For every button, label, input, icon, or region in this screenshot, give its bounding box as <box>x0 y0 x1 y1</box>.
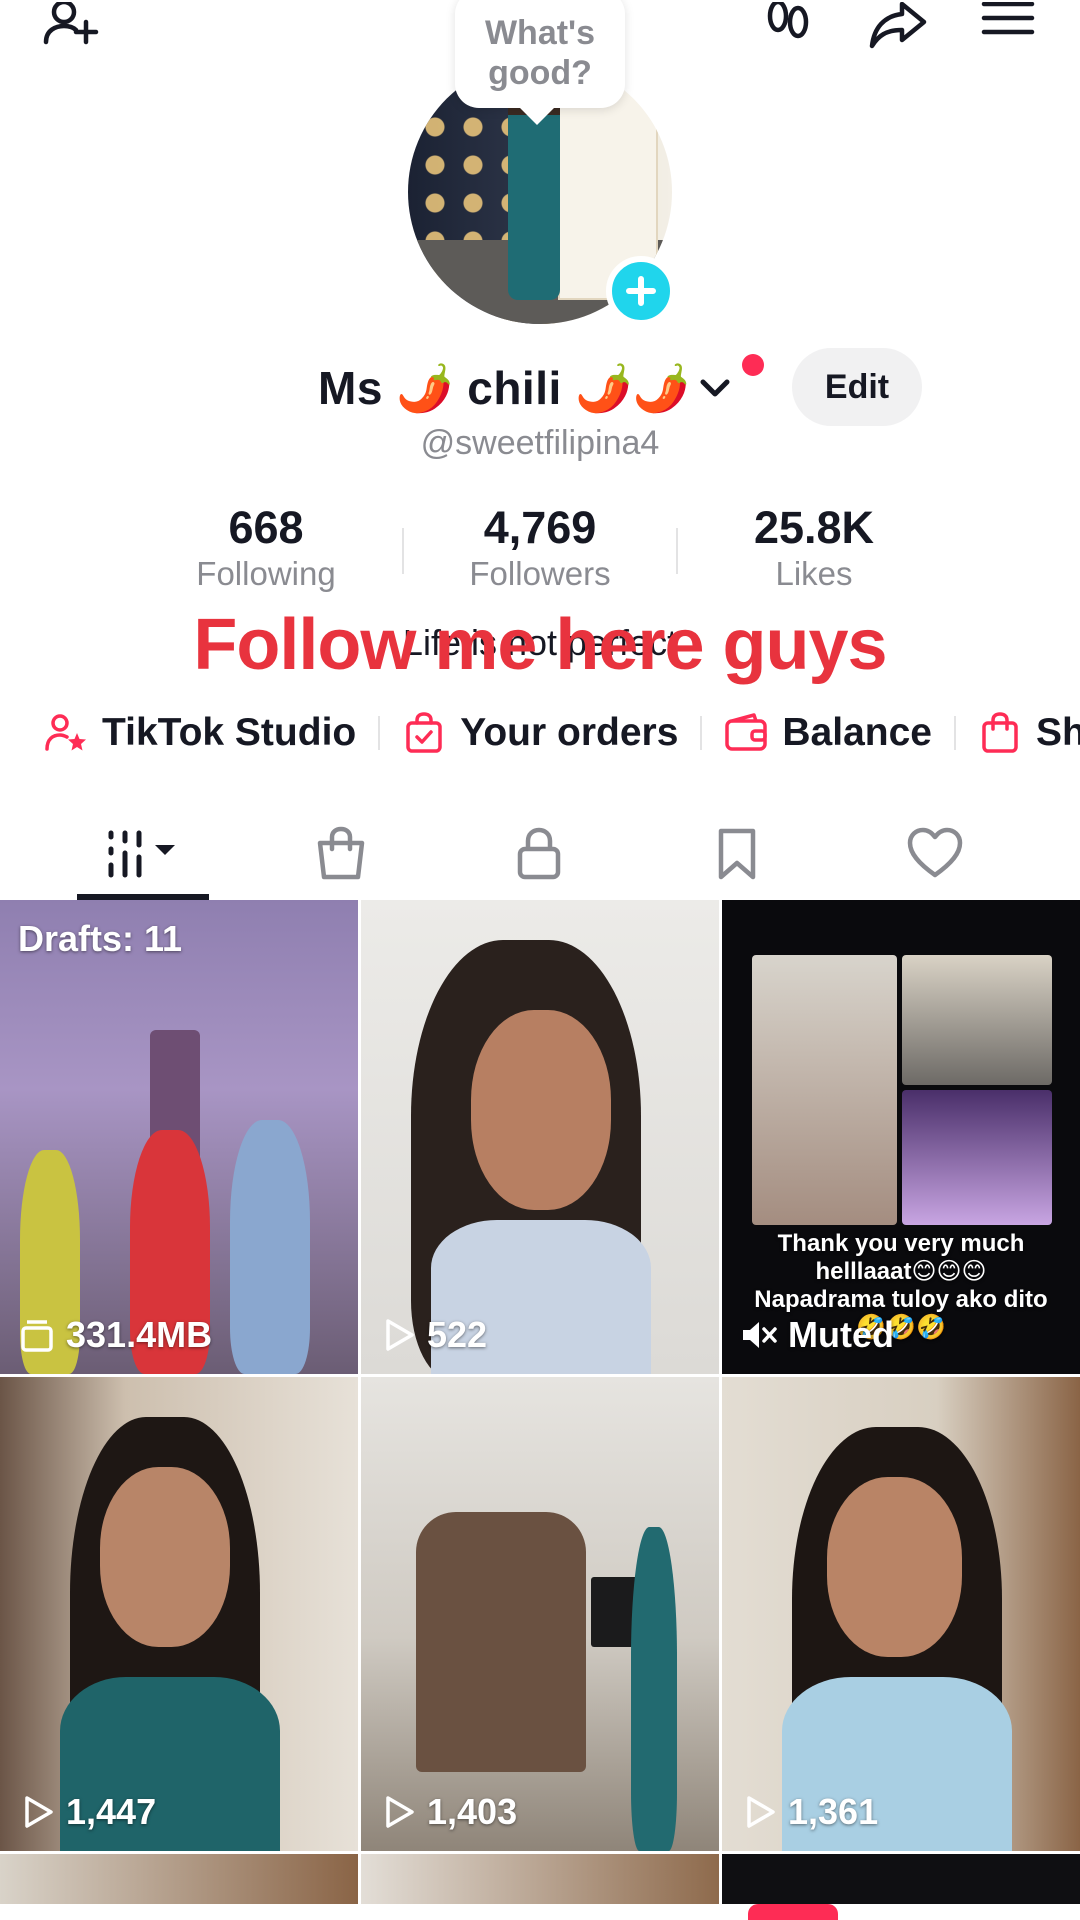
shortcut-label: Your orders <box>460 711 679 754</box>
bag-icon <box>317 826 365 880</box>
share-icon[interactable] <box>866 0 930 54</box>
video-thumbnail[interactable]: Thank you very much helllaaat😊😊😊 Napadra… <box>722 900 1080 1374</box>
item-stat: 331.4MB <box>18 1314 212 1356</box>
bubble-line-1: What's <box>484 14 596 52</box>
stat-value: 4,769 <box>483 502 597 553</box>
shortcut-balance[interactable]: Balance <box>724 711 932 755</box>
item-stat-value: Muted <box>788 1314 894 1355</box>
footprints-icon[interactable] <box>756 0 820 54</box>
video-thumbnail[interactable]: 1,447 <box>0 1377 358 1851</box>
shortcut-label: Balance <box>782 711 932 754</box>
live-caption-line: Napadrama tuloy ako dito <box>754 1286 1048 1313</box>
add-user-icon[interactable] <box>38 0 102 54</box>
drafts-icon <box>21 1320 53 1352</box>
menu-icon[interactable] <box>976 0 1040 54</box>
add-story-button[interactable] <box>606 256 676 326</box>
stat-label: Followers <box>469 555 611 592</box>
play-icon <box>386 1796 414 1828</box>
item-stat-value: 522 <box>427 1314 488 1355</box>
grid-icon <box>108 830 175 878</box>
drafts-count: Drafts: 11 <box>18 918 183 959</box>
tab-liked[interactable] <box>836 808 1034 900</box>
item-stat: 522 <box>379 1314 487 1356</box>
lock-icon <box>517 827 561 880</box>
shortcut-label: TikTok Studio <box>102 711 357 754</box>
bubble-line-2: good? <box>488 54 592 92</box>
video-thumbnail[interactable]: Drafts: 11 331.4MB <box>0 900 358 1374</box>
edit-button[interactable]: Edit <box>792 348 922 426</box>
profile-tabs <box>0 808 1080 900</box>
studio-icon <box>45 714 86 751</box>
video-thumbnail[interactable] <box>722 1854 1080 1904</box>
play-icon <box>386 1319 414 1351</box>
item-stat: 1,447 <box>18 1791 156 1833</box>
tab-shop[interactable] <box>242 808 440 900</box>
stat-label: Likes <box>775 555 853 592</box>
video-thumbnail[interactable]: 1,403 <box>361 1377 719 1851</box>
play-icon <box>25 1796 53 1828</box>
item-stat: 1,403 <box>379 1791 517 1833</box>
shortcut-shop[interactable]: Sho <box>978 711 1080 755</box>
shortcut-tiktok-studio[interactable]: TikTok Studio <box>44 711 356 755</box>
thumbnail-figure <box>100 1467 230 1647</box>
wallet-icon <box>725 713 768 751</box>
tab-videos[interactable] <box>44 808 242 900</box>
live-caption-line: Thank you very much <box>777 1230 1025 1257</box>
thumbnail-figure <box>471 1010 611 1210</box>
bottom-indicator <box>748 1904 838 1920</box>
shortcut-label: Sho <box>1035 711 1080 754</box>
username: @sweetfilipina4 <box>420 424 660 462</box>
stat-followers[interactable]: 4,769 Followers <box>404 502 676 598</box>
tab-private[interactable] <box>440 808 638 900</box>
status-bubble[interactable]: What's good? <box>455 0 625 108</box>
item-stat-value: 1,447 <box>66 1791 157 1832</box>
profile-stats: 668 Following 4,769 Followers 25.8K Like… <box>130 502 950 598</box>
live-panel <box>752 955 897 1225</box>
stat-label: Following <box>196 555 336 592</box>
video-thumbnail[interactable]: 1,361 <box>722 1377 1080 1851</box>
item-stat: Muted <box>740 1314 894 1356</box>
muted-icon <box>743 1322 777 1348</box>
thumbnail-figure <box>416 1512 586 1772</box>
live-panel <box>902 955 1052 1085</box>
item-stat-value: 1,361 <box>788 1791 879 1832</box>
orders-icon <box>406 712 442 753</box>
video-thumbnail[interactable] <box>361 1854 719 1904</box>
chevron-down-icon[interactable] <box>695 368 735 408</box>
thumbnail-figure <box>827 1477 962 1657</box>
display-name: Ms 🌶️ chili 🌶️🌶️ <box>318 361 691 414</box>
play-icon <box>747 1796 775 1828</box>
stat-following[interactable]: 668 Following <box>130 502 402 598</box>
heart-icon <box>907 827 963 878</box>
bookmark-icon <box>718 828 756 880</box>
shop-icon <box>982 712 1018 753</box>
thumbnail-figure <box>230 1120 310 1374</box>
live-caption-line: helllaaat😊😊😊 <box>815 1258 987 1285</box>
shortcut-row: TikTok Studio Your orders Balance Sho <box>44 708 1080 758</box>
plus-icon <box>626 276 656 306</box>
notification-dot <box>742 354 764 376</box>
shortcut-your-orders[interactable]: Your orders <box>402 711 678 755</box>
divider <box>378 716 381 750</box>
live-panel <box>902 1090 1052 1225</box>
stat-likes[interactable]: 25.8K Likes <box>678 502 950 598</box>
stat-value: 668 <box>228 502 304 553</box>
stat-value: 25.8K <box>753 502 875 553</box>
item-stat-value: 331.4MB <box>66 1314 213 1355</box>
divider <box>953 716 956 750</box>
item-stat: 1,361 <box>740 1791 878 1833</box>
video-grid-next-row <box>0 1854 1080 1904</box>
name-row[interactable]: Ms 🌶️ chili 🌶️🌶️ <box>318 356 735 420</box>
video-thumbnail[interactable] <box>0 1854 358 1904</box>
tab-saved[interactable] <box>638 808 836 900</box>
divider <box>700 716 703 750</box>
video-thumbnail[interactable]: 522 <box>361 900 719 1374</box>
overlay-caption: Follow me here guys <box>193 605 887 685</box>
video-grid: Drafts: 11 331.4MB 522 Thank you very mu… <box>0 900 1080 1851</box>
thumbnail-figure <box>631 1527 677 1851</box>
item-stat-value: 1,403 <box>427 1791 518 1832</box>
